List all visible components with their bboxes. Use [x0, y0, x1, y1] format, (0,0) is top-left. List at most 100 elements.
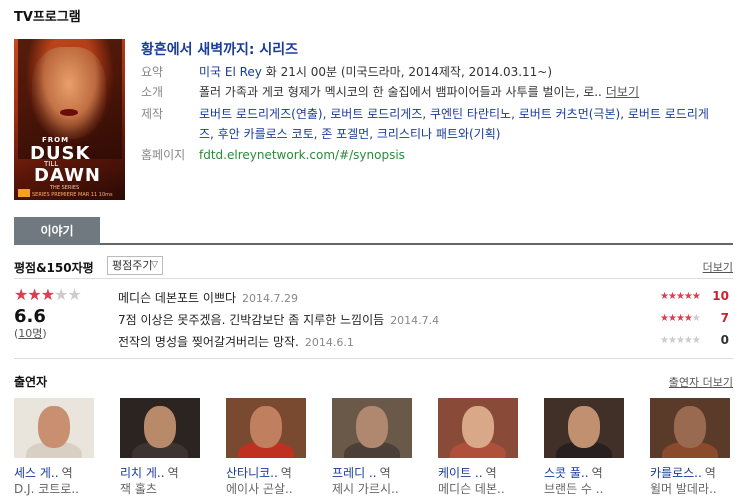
- cast-item[interactable]: 스콧 풀.. 역브랜든 수 ..: [544, 398, 624, 496]
- cast-name[interactable]: 스콧 풀.. 역: [544, 464, 624, 480]
- cast-photo[interactable]: [226, 398, 306, 458]
- cast-role: 브랜든 수 ..: [544, 482, 604, 496]
- review-item: 메디슨 데본포트 이쁘다 2014.7.29: [118, 289, 298, 306]
- average-score: 6.6: [14, 306, 46, 327]
- cast-photo-face: [38, 406, 70, 448]
- rating-heading: 평점&150자평: [14, 261, 94, 275]
- summary-text: 화 21시 00분 (미국드라마, 2014제작, 2014.03.11~): [261, 65, 553, 79]
- cast-name-text[interactable]: 세스 게..: [14, 466, 59, 480]
- star-icon: ★: [667, 313, 677, 324]
- cast-photo-face: [250, 406, 282, 448]
- cast-role-suffix: 역: [280, 466, 292, 480]
- divider: [14, 358, 733, 359]
- star-icon: ★: [691, 335, 701, 346]
- cast-photo[interactable]: [332, 398, 412, 458]
- poster-text-dusk: DUSK: [30, 143, 91, 164]
- cast-name-text[interactable]: 케이트 ..: [438, 466, 483, 480]
- homepage-row: 홈페이지 fdtd.elreynetwork.com/#/synopsis: [141, 145, 405, 165]
- review-stars: ★★★★★: [660, 313, 701, 324]
- cast-name[interactable]: 세스 게.. 역: [14, 464, 94, 480]
- cast-role: 메디슨 데본..: [438, 482, 505, 496]
- cast-item[interactable]: 산타니코.. 역에이사 곤살..: [226, 398, 306, 496]
- star-icon: ★: [683, 291, 693, 302]
- review-score: 10: [712, 289, 729, 303]
- production-credits[interactable]: 로버트 로드리게즈(연출), 로버트 로드리게즈, 쿠엔틴 타란티노, 로버트 …: [199, 104, 729, 144]
- cast-photo[interactable]: [120, 398, 200, 458]
- cast-role: 잭 홀츠: [120, 482, 157, 496]
- intro-more-link[interactable]: 더보기: [606, 85, 639, 99]
- ratings-more-link[interactable]: 더보기: [703, 259, 733, 275]
- cast-role-suffix: 역: [167, 466, 179, 480]
- production-credits-line2[interactable]: 즈, 후안 카를로스 코토, 존 포겔먼, 크리스티나 패트와(기획): [199, 124, 729, 144]
- section-title: TV프로그램: [14, 10, 81, 25]
- channel-link[interactable]: 미국 El Rey: [199, 65, 262, 79]
- cast-name-text[interactable]: 프레디 ..: [332, 466, 377, 480]
- cast-role-suffix: 역: [61, 466, 73, 480]
- summary-row: 요약 미국 El Rey 화 21시 00분 (미국드라마, 2014제작, 20…: [141, 62, 552, 82]
- review-text: 7점 이상은 못주겠음. 긴박감보단 좀 지루한 느낌이듬: [118, 313, 385, 327]
- network-logo-icon: [18, 189, 30, 197]
- review-date: 2014.7.4: [390, 314, 440, 327]
- homepage-link[interactable]: fdtd.elreynetwork.com/#/synopsis: [199, 148, 405, 162]
- star-icon: ★: [667, 335, 677, 346]
- homepage-label: 홈페이지: [141, 148, 186, 162]
- cast-name-text[interactable]: 산타니코..: [226, 466, 278, 480]
- cast-more-link[interactable]: 출연자 더보기: [669, 374, 733, 390]
- intro-row: 소개 폴러 가족과 게코 형제가 멕시코의 한 술집에서 뱀파이어들과 사투를 벌…: [141, 82, 639, 102]
- cast-name[interactable]: 프레디 .. 역: [332, 464, 412, 480]
- program-title[interactable]: 황혼에서 새벽까지: 시리즈: [141, 39, 298, 59]
- star-icon: ★: [683, 335, 693, 346]
- production-label: 제작: [141, 107, 164, 121]
- star-icon: ★: [660, 313, 669, 324]
- star-icon: ★: [27, 285, 41, 304]
- rating-count-link[interactable]: 10명: [18, 327, 42, 340]
- tab-story[interactable]: 이야기: [14, 217, 100, 245]
- cast-name[interactable]: 케이트 .. 역: [438, 464, 518, 480]
- star-icon: ★: [667, 291, 677, 302]
- rating-count[interactable]: (10명): [14, 325, 47, 341]
- program-poster[interactable]: FROM DUSK TILL DAWN THE SERIES SERIES PR…: [14, 39, 125, 200]
- cast-item[interactable]: 리치 게.. 역잭 홀츠: [120, 398, 200, 496]
- cast-item[interactable]: 케이트 .. 역메디슨 데본..: [438, 398, 518, 496]
- review-item: 전작의 명성을 찢어갈겨버리는 망작. 2014.6.1: [118, 333, 354, 350]
- intro-label: 소개: [141, 85, 164, 99]
- cast-photo[interactable]: [544, 398, 624, 458]
- production-row: 제작: [141, 104, 199, 124]
- star-icon: ★: [675, 291, 685, 302]
- cast-role: 제시 가르시..: [332, 482, 399, 496]
- cast-role-suffix: 역: [485, 466, 497, 480]
- cast-name[interactable]: 카를로스.. 역: [650, 464, 730, 480]
- review-date: 2014.6.1: [304, 336, 354, 349]
- rate-button[interactable]: 평점주기 ▽: [107, 256, 163, 275]
- production-credits-line1[interactable]: 로버트 로드리게즈(연출), 로버트 로드리게즈, 쿠엔틴 타란티노, 로버트 …: [199, 104, 729, 124]
- cast-photo[interactable]: [650, 398, 730, 458]
- cast-role: D.J. 코트로..: [14, 482, 79, 496]
- cast-item[interactable]: 세스 게.. 역 D.J. 코트로..: [14, 398, 94, 496]
- cast-role: 에이사 곤살..: [226, 482, 293, 496]
- cast-photo[interactable]: [14, 398, 94, 458]
- cast-photo-face: [674, 406, 706, 448]
- review-text: 전작의 명성을 찢어갈겨버리는 망작.: [118, 335, 299, 349]
- cast-name[interactable]: 리치 게.. 역: [120, 464, 200, 480]
- cast-name-text[interactable]: 리치 게..: [120, 466, 165, 480]
- star-icon: ★: [675, 313, 685, 324]
- cast-name-text[interactable]: 카를로스..: [650, 466, 702, 480]
- cast-name-text[interactable]: 스콧 풀..: [544, 466, 589, 480]
- poster-hair: [18, 39, 122, 159]
- cast-item[interactable]: 카를로스.. 역윌머 발데라..: [650, 398, 730, 496]
- cast-photo[interactable]: [438, 398, 518, 458]
- star-icon: ★: [67, 285, 81, 304]
- poster-text-series: THE SERIES: [50, 185, 80, 191]
- cast-role-suffix: 역: [591, 466, 603, 480]
- poster-text-premiere: SERIES PREMIERE MAR 11 10ms: [32, 192, 113, 198]
- cast-role-suffix: 역: [704, 466, 716, 480]
- cast-photo-face: [356, 406, 388, 448]
- summary-label: 요약: [141, 65, 164, 79]
- star-icon: ★: [675, 335, 685, 346]
- rate-button-label: 평점주기: [112, 259, 153, 272]
- cast-name[interactable]: 산타니코.. 역: [226, 464, 306, 480]
- star-icon: ★: [660, 291, 669, 302]
- cast-item[interactable]: 프레디 .. 역제시 가르시..: [332, 398, 412, 496]
- cast-photo-face: [462, 406, 494, 448]
- cast-role: 윌머 발데라..: [650, 482, 717, 496]
